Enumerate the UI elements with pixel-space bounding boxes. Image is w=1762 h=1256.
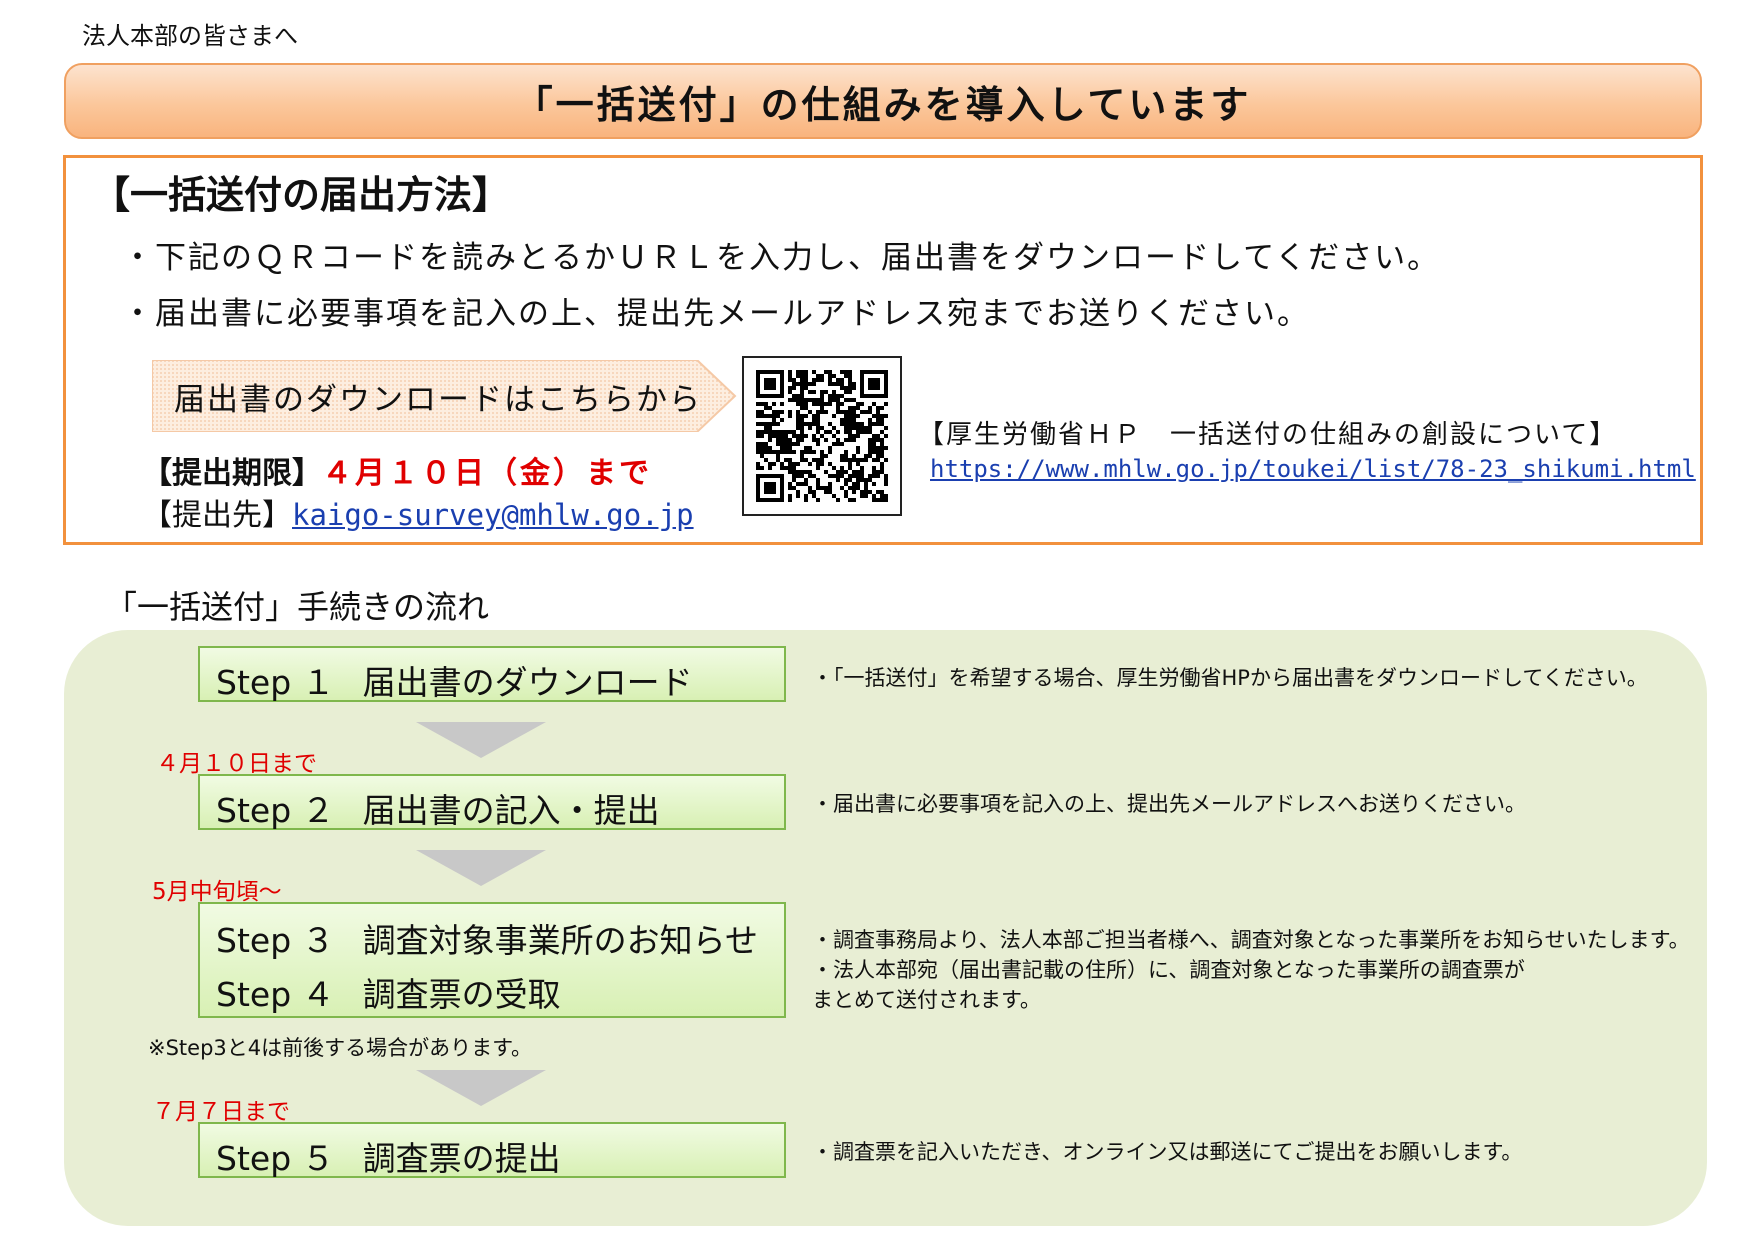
- step-2-box: Step ２ 届出書の記入・提出: [198, 774, 786, 830]
- step-order-note: ※Step3と4は前後する場合があります。: [148, 1036, 533, 1060]
- step-4-description-2: まとめて送付されます。: [812, 988, 1041, 1012]
- download-banner[interactable]: 届出書のダウンロードはこちらから: [152, 360, 737, 432]
- step-3-4-box: Step ３ 調査対象事業所のお知らせ Step ４ 調査票の受取: [198, 902, 786, 1018]
- step-5-label: Step ５ 調査票の提出: [216, 1139, 561, 1178]
- date-label-2: 5月中旬頃～: [152, 879, 282, 905]
- method-bullet-2: ・届出書に必要事項を記入の上、提出先メールアドレス宛までお送りください。: [122, 296, 1310, 332]
- title-banner: 「一括送付」の仕組みを導入しています: [64, 63, 1702, 139]
- hp-url-link[interactable]: https://www.mhlw.go.jp/toukei/list/78-23…: [930, 455, 1696, 483]
- method-heading: 【一括送付の届出方法】: [92, 173, 511, 217]
- step-1-description: ・「一括送付」を希望する場合、厚生労働省HPから届出書をダウンロードしてください…: [812, 666, 1648, 690]
- step-2-label: Step ２ 届出書の記入・提出: [216, 791, 660, 830]
- step-1-label: Step １ 届出書のダウンロード: [216, 663, 693, 702]
- method-bullet-1: ・下記のＱＲコードを読みとるかＵＲＬを入力し、届出書をダウンロードしてください。: [122, 240, 1441, 276]
- step-2-description: ・届出書に必要事項を記入の上、提出先メールアドレスへお送りください。: [812, 792, 1526, 816]
- deadline-value: ４月１０日（金）まで: [322, 456, 652, 491]
- qr-code-frame[interactable]: [742, 356, 902, 516]
- step-3-label: Step ３ 調査対象事業所のお知らせ: [216, 921, 758, 960]
- chevron-down-icon: [416, 1070, 546, 1106]
- step-5-description: ・調査票を記入いただき、オンライン又は郵送にてご提出をお願いします。: [812, 1140, 1523, 1164]
- submit-line: 【提出先】kaigo-survey@mhlw.go.jp: [142, 490, 694, 534]
- download-label: 届出書のダウンロードはこちらから: [174, 382, 702, 418]
- greeting-text: 法人本部の皆さまへ: [82, 22, 298, 50]
- flow-panel: Step １ 届出書のダウンロード ・「一括送付」を希望する場合、厚生労働省HPか…: [64, 630, 1707, 1226]
- date-label-1: ４月１０日まで: [156, 751, 317, 777]
- step-4-label: Step ４ 調査票の受取: [216, 975, 561, 1014]
- chevron-down-icon: [416, 722, 546, 758]
- step-1-box: Step １ 届出書のダウンロード: [198, 646, 786, 702]
- qr-code-icon: [756, 370, 888, 502]
- flow-heading: 「一括送付」手続きの流れ: [105, 588, 490, 626]
- submit-label: 【提出先】: [142, 498, 292, 533]
- step-5-box: Step ５ 調査票の提出: [198, 1122, 786, 1178]
- page-title: 「一括送付」の仕組みを導入しています: [514, 82, 1252, 127]
- deadline-line: 【提出期限】４月１０日（金）まで: [142, 448, 652, 492]
- submit-email-link[interactable]: kaigo-survey@mhlw.go.jp: [292, 498, 694, 532]
- hp-heading: 【厚生労働省ＨＰ 一括送付の仕組みの創設について】: [918, 420, 1618, 450]
- step-3-description: ・調査事務局より、法人本部ご担当者様へ、調査対象となった事業所をお知らせいたしま…: [812, 928, 1690, 952]
- deadline-label: 【提出期限】: [142, 456, 322, 491]
- step-4-description-1: ・法人本部宛（届出書記載の住所）に、調査対象となった事業所の調査票が: [812, 958, 1525, 982]
- date-label-3: ７月７日まで: [152, 1099, 290, 1125]
- chevron-down-icon: [416, 850, 546, 886]
